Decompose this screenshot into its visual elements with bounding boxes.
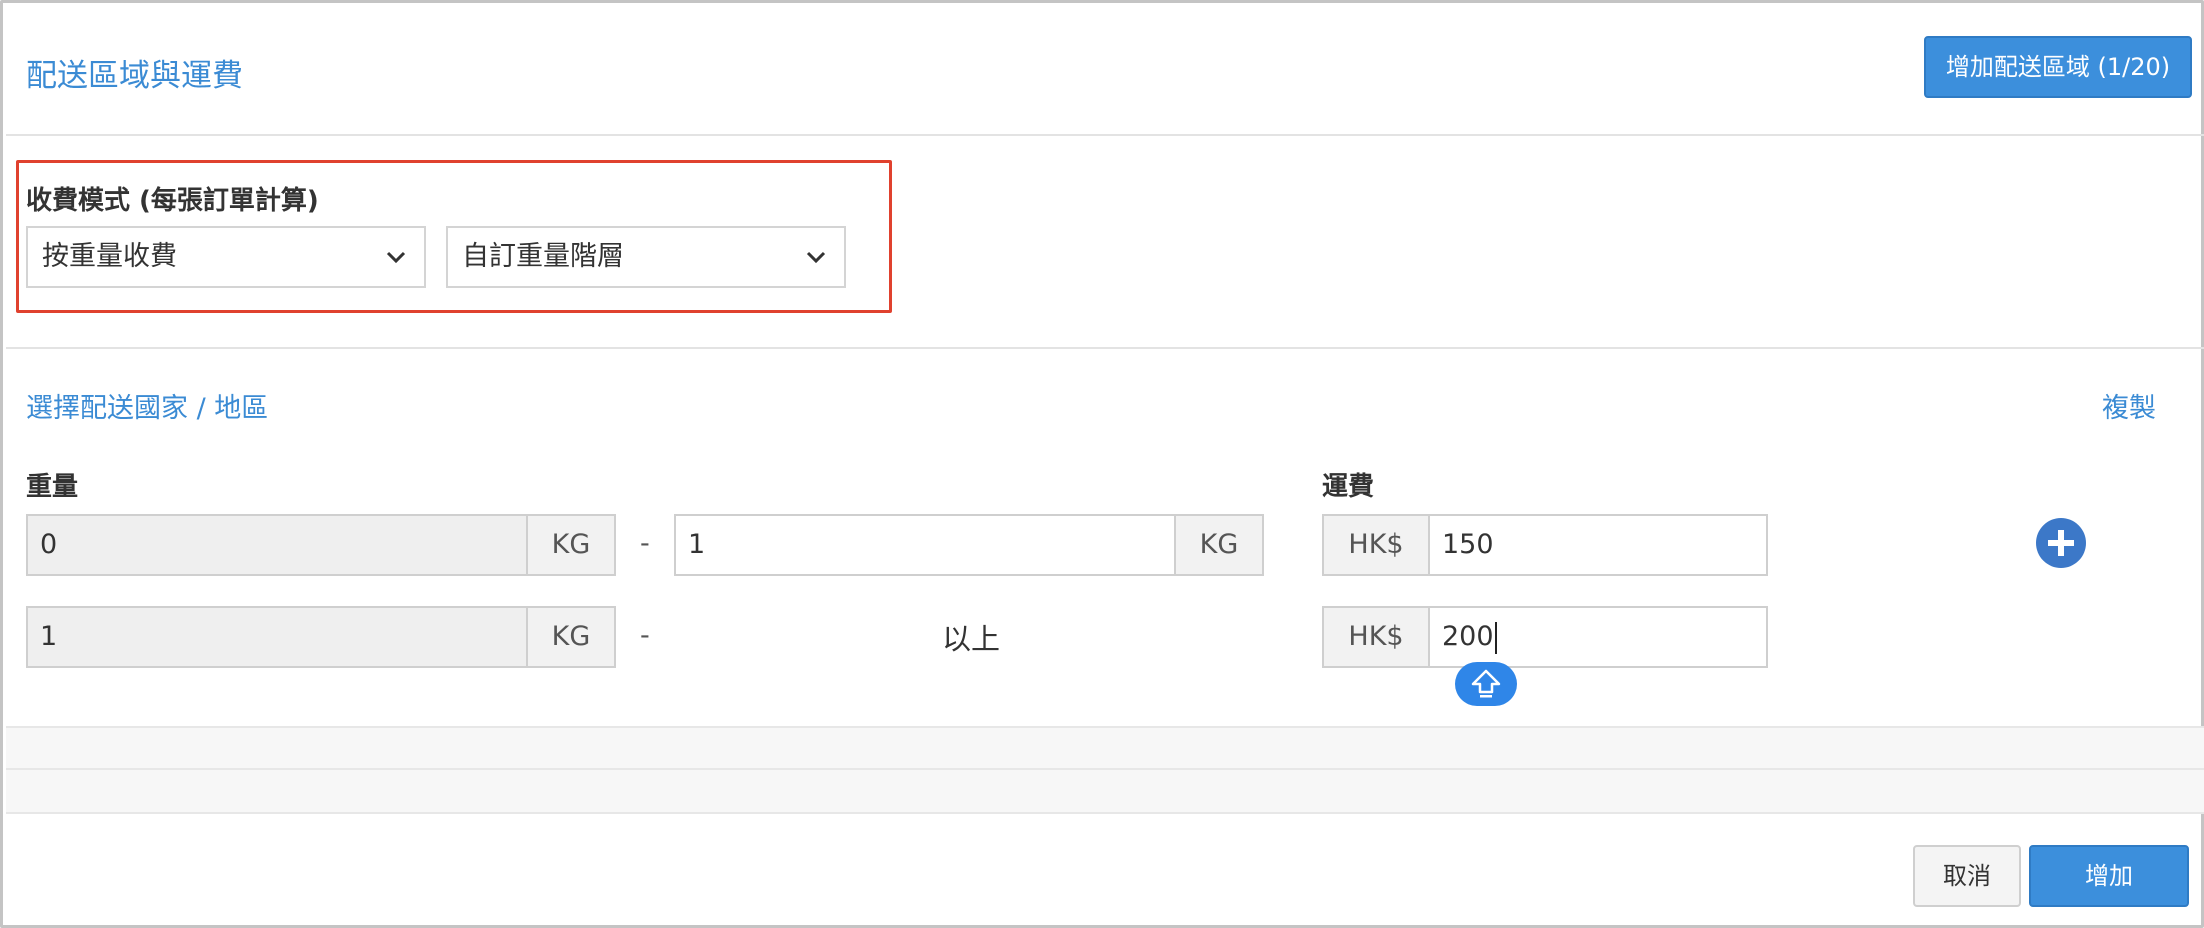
fee-value: 200 <box>1442 621 1494 652</box>
dialog-frame: 配送區域與運費 增加配送區域 (1/20) 收費模式 (每張訂單計算) 按重量收… <box>0 0 2204 928</box>
charge-by-select[interactable]: 按重量收費 <box>26 226 426 288</box>
chevron-down-icon <box>386 228 406 264</box>
choose-region-link[interactable]: 選擇配送國家 / 地區 <box>26 386 268 425</box>
weight-unit-addon: KG <box>526 514 616 576</box>
weight-to-input[interactable]: 1 <box>674 514 1176 576</box>
charge-by-value: 按重量收費 <box>42 241 177 272</box>
submit-button[interactable]: 增加 <box>2029 845 2189 907</box>
weight-unit-addon: KG <box>526 606 616 668</box>
weight-from-input[interactable]: 1 <box>26 606 528 668</box>
fee-input-active[interactable]: 200 <box>1428 606 1768 668</box>
tier-type-value: 自訂重量階層 <box>462 241 624 272</box>
divider-band <box>6 770 2204 814</box>
copy-link[interactable]: 複製 <box>2102 386 2156 425</box>
dialog-header: 配送區域與運費 增加配送區域 (1/20) <box>6 6 2204 136</box>
above-label: 以上 <box>942 622 1001 656</box>
chevron-down-icon <box>806 228 826 264</box>
weight-unit-addon: KG <box>1174 514 1264 576</box>
cancel-button[interactable]: 取消 <box>1913 845 2021 907</box>
shift-arrow-icon[interactable] <box>1455 662 1517 706</box>
weight-from-input[interactable]: 0 <box>26 514 528 576</box>
currency-addon: HK$ <box>1322 514 1430 576</box>
charge-mode-section: 收費模式 (每張訂單計算) 按重量收費 自訂重量階層 <box>6 136 2204 349</box>
plus-circle-icon[interactable] <box>2036 518 2086 568</box>
weight-header: 重量 <box>26 472 79 502</box>
rates-section: 選擇配送國家 / 地區 複製 重量 運費 0 KG - 1 KG HK$ 150… <box>6 350 2204 728</box>
charge-mode-label: 收費模式 (每張訂單計算) <box>26 186 319 216</box>
tier-type-select[interactable]: 自訂重量階層 <box>446 226 846 288</box>
page-title: 配送區域與運費 <box>26 58 243 94</box>
currency-addon: HK$ <box>1322 606 1430 668</box>
range-dash: - <box>640 620 650 651</box>
range-dash: - <box>640 528 650 559</box>
text-caret <box>1494 621 1497 654</box>
add-region-button[interactable]: 增加配送區域 (1/20) <box>1924 36 2192 98</box>
fee-header: 運費 <box>1322 472 1375 502</box>
fee-input[interactable]: 150 <box>1428 514 1768 576</box>
divider-band <box>6 726 2204 770</box>
